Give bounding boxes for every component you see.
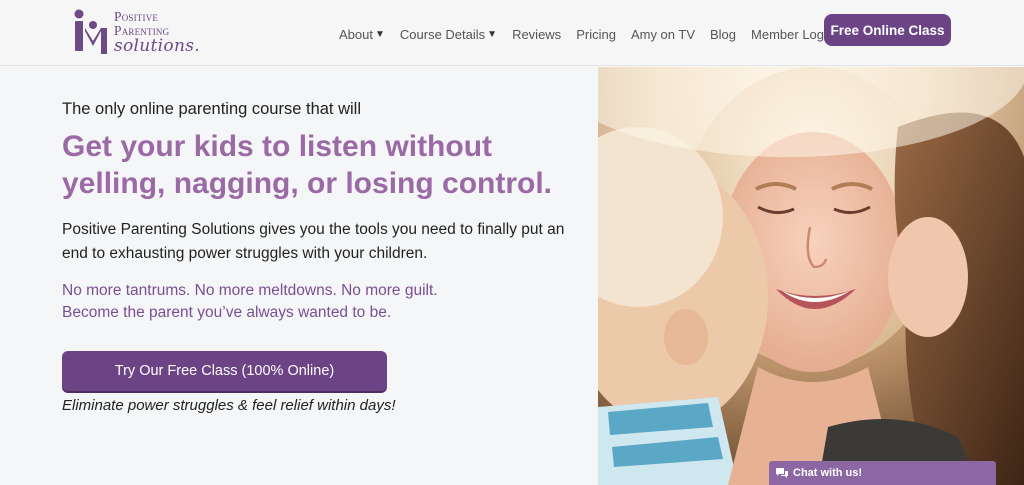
hero-subtext-line2: Become the parent you’ve always wanted t… <box>62 304 392 321</box>
caret-down-icon: ▼ <box>487 28 498 40</box>
nav-item-pricing[interactable]: Pricing <box>576 27 616 42</box>
nav-item-label: Pricing <box>576 26 616 42</box>
free-online-class-button[interactable]: Free Online Class <box>824 14 951 46</box>
chat-bubble-icon <box>776 468 788 478</box>
chat-widget[interactable]: Chat with us! <box>769 461 996 485</box>
nav-item-course-details[interactable]: Course Details ▼ <box>400 27 497 42</box>
nav-item-label: Course Details <box>399 26 486 42</box>
brand-logo[interactable]: Positive Parenting solutions. <box>72 8 202 60</box>
nav-item-label: Member Login <box>751 26 835 42</box>
hero-headline: Get your kids to listen without yelling,… <box>62 130 553 200</box>
try-free-class-button[interactable]: Try Our Free Class (100% Online) <box>62 351 387 391</box>
nav-item-about[interactable]: About ▼ <box>339 27 385 42</box>
nav-item-label: About <box>339 26 373 42</box>
hero-body: Positive Parenting Solutions gives you t… <box>62 221 565 262</box>
site-header: Positive Parenting solutions. About ▼ Co… <box>0 0 1024 66</box>
family-photo-image <box>598 67 1024 485</box>
logo-mark-icon <box>74 9 107 54</box>
chat-label: Chat with us! <box>793 467 863 479</box>
nav-item-label: Reviews <box>512 26 562 42</box>
nav-item-blog[interactable]: Blog <box>710 27 736 42</box>
hero-subtext: No more tantrums. No more meltdowns. No … <box>62 280 572 324</box>
hero-tagline: Eliminate power struggles & feel relief … <box>62 397 396 414</box>
hero-photo <box>598 67 1024 485</box>
hero-intro: The only online parenting course that wi… <box>62 100 362 118</box>
hero-subtext-line1: No more tantrums. No more meltdowns. No … <box>62 282 438 299</box>
caret-down-icon: ▼ <box>374 28 385 40</box>
logo-wordmark: Positive Parenting solutions. <box>114 10 200 55</box>
main-nav: About ▼ Course Details ▼ Reviews Pricing… <box>339 24 849 44</box>
logo-line-positive: Positive <box>114 9 159 24</box>
nav-item-amy-on-tv[interactable]: Amy on TV <box>631 27 695 42</box>
nav-item-reviews[interactable]: Reviews <box>512 27 561 42</box>
nav-item-label: Amy on TV <box>630 26 695 42</box>
nav-item-member-login[interactable]: Member Login <box>751 27 834 42</box>
logo-line-parenting: Parenting <box>114 22 170 38</box>
nav-item-label: Blog <box>710 26 737 42</box>
logo-line-solutions: solutions. <box>114 36 200 56</box>
